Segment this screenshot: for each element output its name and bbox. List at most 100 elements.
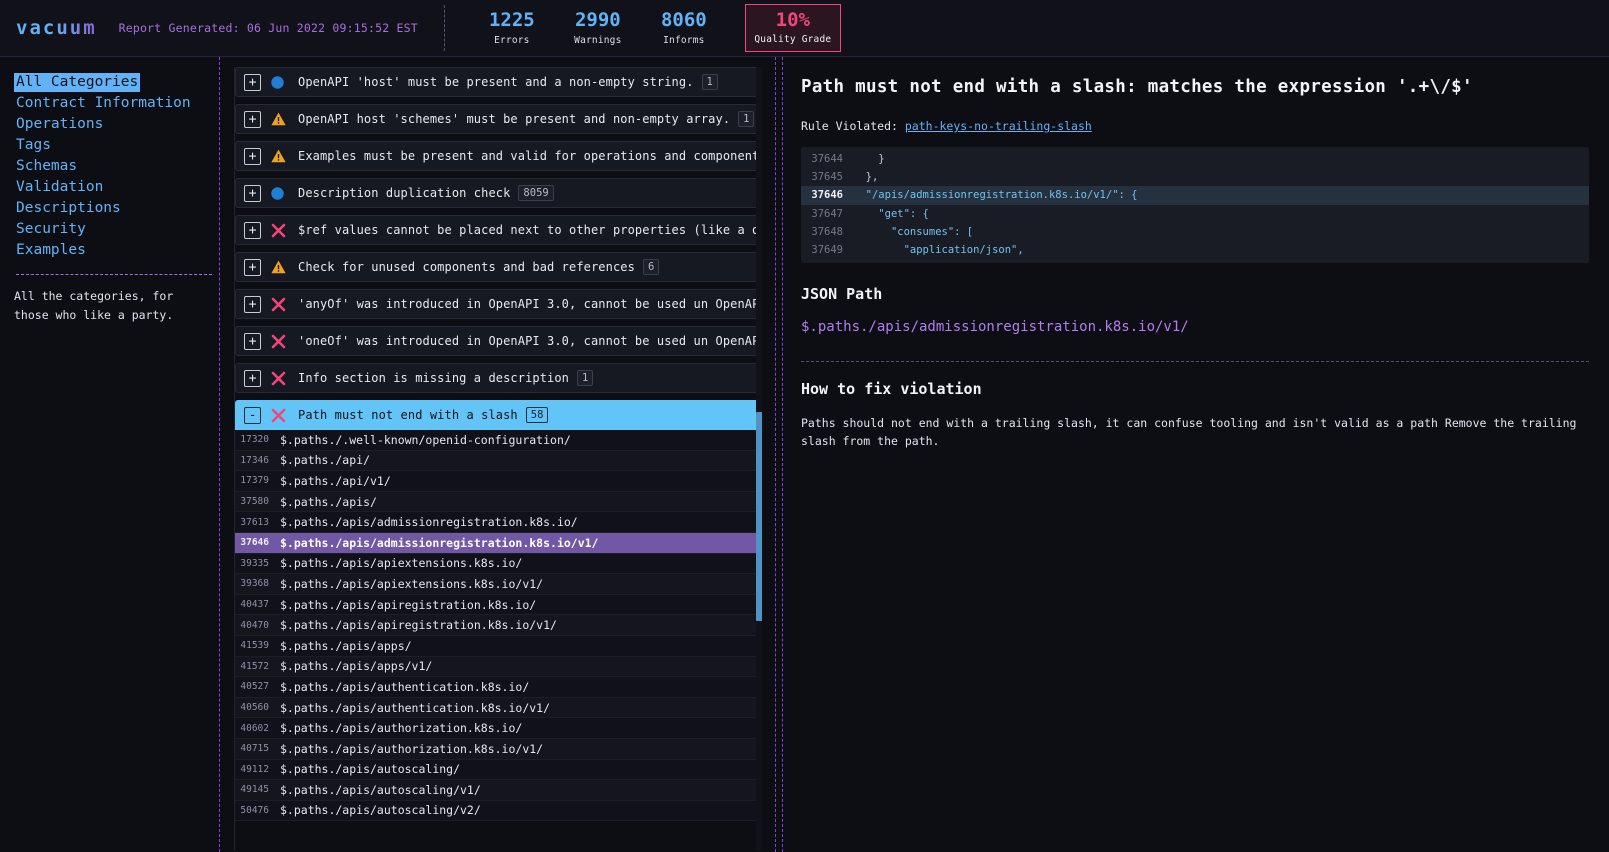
- rule-row[interactable]: + Examples must be present and valid for …: [235, 141, 762, 171]
- result-json-path: $.paths./apis/authorization.k8s.io/: [280, 721, 523, 736]
- sidebar-item-contract-information[interactable]: Contract Information: [14, 94, 193, 113]
- rule-row[interactable]: + Check for unused components and bad ref…: [235, 252, 762, 282]
- error-x-icon: [271, 297, 289, 312]
- stat-informs[interactable]: 8060 Informs: [641, 7, 727, 49]
- sidebar-item-schemas[interactable]: Schemas: [14, 157, 79, 176]
- code-line: 37646 "/apis/admissionregistration.k8s.i…: [801, 186, 1589, 205]
- code-line-text: }: [853, 153, 885, 166]
- stat-quality-grade-label: Quality Grade: [754, 34, 832, 46]
- stat-errors[interactable]: 1225 Errors: [469, 7, 555, 49]
- rule-expand-toggle[interactable]: +: [244, 110, 261, 128]
- violation-detail-panel: Path must not end with a slash: matches …: [782, 57, 1609, 852]
- rule-expand-toggle[interactable]: +: [244, 295, 261, 313]
- rule-label: Path must not end with a slash: [298, 408, 518, 422]
- violation-result-row[interactable]: 17379 $.paths./api/v1/: [235, 471, 762, 492]
- violation-result-row[interactable]: 37580 $.paths./apis/: [235, 491, 762, 513]
- stat-informs-value: 8060: [660, 9, 707, 32]
- violation-result-row[interactable]: 40470 $.paths./apis/apiregistration.k8s.i…: [235, 615, 762, 636]
- report-generated-timestamp: Report Generated: 06 Jun 2022 09:15:52 E…: [118, 21, 418, 35]
- stat-errors-value: 1225: [488, 9, 535, 32]
- stat-quality-grade-value: 10%: [775, 8, 810, 31]
- rule-expand-toggle[interactable]: +: [244, 369, 261, 387]
- sidebar-category-row: Validation: [14, 176, 207, 197]
- rule-expand-toggle[interactable]: +: [244, 221, 261, 239]
- category-list: All Categories Contract Information Operat…: [14, 71, 207, 260]
- code-line-number: 37646: [811, 189, 843, 202]
- sidebar-item-all-categories[interactable]: All Categories: [14, 73, 141, 92]
- rule-expand-toggle[interactable]: -: [244, 406, 261, 424]
- code-line-text: },: [853, 171, 879, 184]
- violation-result-row[interactable]: 40437 $.paths./apis/apiregistration.k8s.i…: [235, 594, 762, 616]
- result-json-path: $.paths./apis/authentication.k8s.io/v1/: [280, 700, 551, 715]
- rule-violation-count: 6: [642, 259, 660, 275]
- violation-result-row[interactable]: 37646 $.paths./apis/admissionregistration…: [235, 532, 762, 554]
- rule-row[interactable]: - Path must not end with a slash 58: [235, 400, 762, 430]
- result-line-number: 37646: [240, 537, 269, 549]
- stat-warnings-value: 2990: [574, 9, 621, 32]
- code-line-key: "/apis/admissionregistration.k8s.io/v1/"…: [865, 189, 1138, 202]
- how-to-fix-text: Paths should not end with a trailing sla…: [801, 416, 1577, 449]
- result-line-number: 49112: [240, 763, 269, 775]
- rule-row[interactable]: + OpenAPI 'host' must be present and a no…: [235, 67, 762, 97]
- rule-violation-count: 1: [577, 370, 594, 386]
- result-json-path: $.paths./apis/autoscaling/: [280, 762, 461, 777]
- violation-result-row[interactable]: 49112 $.paths./apis/autoscaling/: [235, 759, 762, 781]
- violation-result-row[interactable]: 17320 $.paths./.well-known/openid-configu…: [235, 430, 762, 451]
- header-divider: [443, 5, 445, 51]
- result-line-number: 40560: [240, 702, 269, 714]
- rule-expand-toggle[interactable]: +: [244, 73, 261, 91]
- result-line-number: 39368: [240, 578, 269, 590]
- result-line-number: 40470: [240, 619, 269, 631]
- rule-row[interactable]: + OpenAPI host 'schemes' must be present …: [235, 104, 762, 134]
- violation-result-row[interactable]: 40715 $.paths./apis/authorization.k8s.io/…: [235, 738, 762, 760]
- rule-list-scrollbar-thumb[interactable]: [756, 412, 762, 621]
- rule-violated-link[interactable]: path-keys-no-trailing-slash: [905, 119, 1092, 133]
- sidebar-item-operations[interactable]: Operations: [14, 115, 105, 134]
- code-line-number: 37647: [811, 207, 843, 220]
- violation-result-row[interactable]: 50476 $.paths./apis/autoscaling/v2/: [235, 800, 762, 822]
- sidebar-note: All the categories, for those who like a…: [14, 289, 174, 322]
- violation-result-row[interactable]: 39335 $.paths./apis/apiextensions.k8s.io/: [235, 553, 762, 575]
- rule-row[interactable]: + 'anyOf' was introduced in OpenAPI 3.0, …: [235, 289, 762, 319]
- sidebar-item-descriptions[interactable]: Descriptions: [14, 199, 123, 218]
- violation-result-row[interactable]: 40602 $.paths./apis/authorization.k8s.io/: [235, 718, 762, 739]
- violation-result-row[interactable]: 41572 $.paths./apis/apps/v1/: [235, 656, 762, 678]
- rule-list: + OpenAPI 'host' must be present and a no…: [235, 67, 762, 822]
- violation-result-row[interactable]: 40560 $.paths./apis/authentication.k8s.io…: [235, 697, 762, 719]
- rule-row[interactable]: + $ref values cannot be placed next to ot…: [235, 215, 762, 245]
- rule-expand-toggle[interactable]: +: [244, 332, 261, 350]
- violation-result-row[interactable]: 49145 $.paths./apis/autoscaling/v1/: [235, 780, 762, 801]
- warning-triangle-icon: [271, 112, 289, 126]
- header-stats: 1225 Errors 2990 Warnings 8060 Informs 1…: [469, 3, 841, 53]
- result-line-number: 37580: [240, 496, 269, 508]
- result-line-number: 40715: [240, 743, 269, 755]
- rule-expand-toggle[interactable]: +: [244, 258, 261, 276]
- sidebar-item-security[interactable]: Security: [14, 220, 88, 239]
- rule-violated-row: Rule Violated: path-keys-no-trailing-sla…: [801, 119, 1589, 133]
- sidebar-item-tags[interactable]: Tags: [14, 136, 53, 155]
- rule-violation-count: 8059: [518, 185, 554, 201]
- stat-quality-grade[interactable]: 10% Quality Grade: [744, 3, 841, 53]
- sidebar: All Categories Contract Information Operat…: [0, 57, 220, 852]
- violation-result-row[interactable]: 41539 $.paths./apis/apps/: [235, 635, 762, 657]
- violation-result-row[interactable]: 17346 $.paths./api/: [235, 450, 762, 472]
- result-line-number: 39335: [240, 557, 269, 569]
- sidebar-item-validation[interactable]: Validation: [14, 178, 105, 197]
- result-json-path: $.paths./.well-known/openid-configuratio…: [280, 432, 571, 447]
- stat-informs-label: Informs: [663, 34, 705, 46]
- rule-row[interactable]: + Description duplication check 8059: [235, 178, 762, 208]
- violation-result-row[interactable]: 37613 $.paths./apis/admissionregistration…: [235, 512, 762, 533]
- violation-result-row[interactable]: 39368 $.paths./apis/apiextensions.k8s.io/…: [235, 574, 762, 595]
- stat-warnings[interactable]: 2990 Warnings: [555, 7, 641, 49]
- rule-expand-toggle[interactable]: +: [244, 147, 261, 165]
- sidebar-item-examples[interactable]: Examples: [14, 241, 88, 260]
- rule-row[interactable]: + 'oneOf' was introduced in OpenAPI 3.0, …: [235, 326, 762, 356]
- result-line-number: 40437: [240, 599, 269, 611]
- app-logo: vacuum: [16, 17, 97, 39]
- violation-result-row[interactable]: 40527 $.paths./apis/authentication.k8s.io…: [235, 677, 762, 698]
- rule-row[interactable]: + Info section is missing a description 1: [235, 363, 762, 393]
- rule-expand-toggle[interactable]: +: [244, 184, 261, 202]
- rule-label: 'anyOf' was introduced in OpenAPI 3.0, c…: [298, 297, 762, 311]
